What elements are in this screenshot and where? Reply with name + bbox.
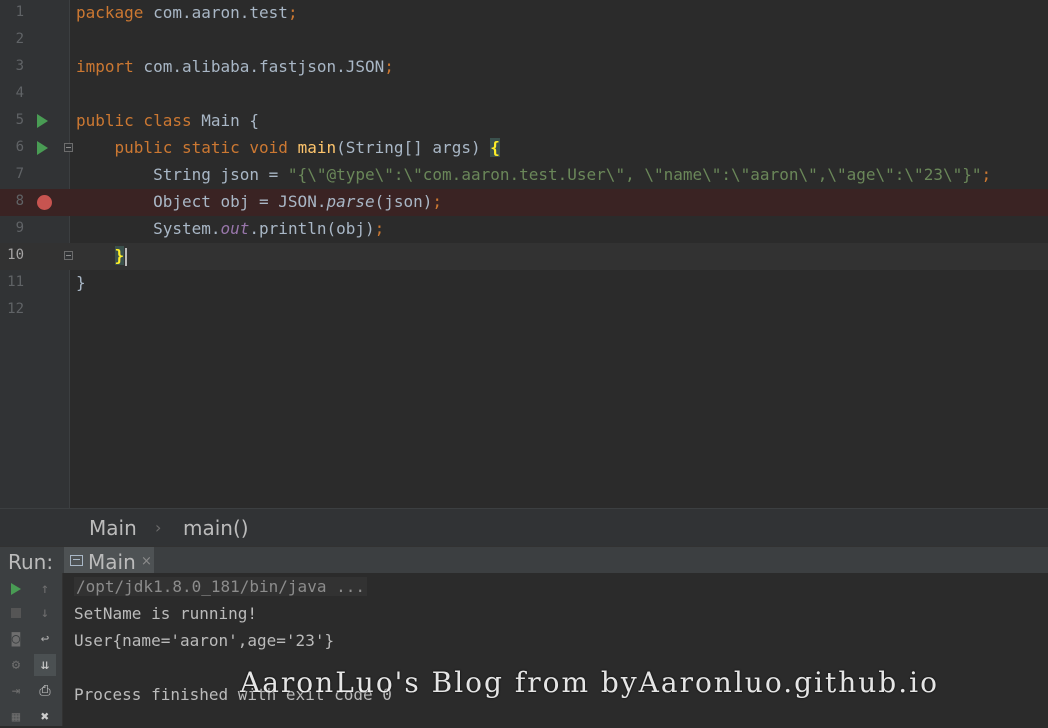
chevron-right-icon: ›: [155, 518, 162, 537]
code-text: public static void main(String[] args) {: [114, 138, 500, 157]
run-tab-main[interactable]: Main ×: [64, 547, 154, 574]
code-line[interactable]: 2: [0, 27, 1048, 54]
line-number: 10: [7, 247, 24, 263]
text-caret: [125, 247, 128, 266]
console-output-line: User{name='aaron',age='23'}: [74, 631, 335, 650]
code-text: package com.aaron.test;: [76, 3, 298, 22]
code-text: public class Main {: [76, 111, 260, 130]
console-output[interactable]: /opt/jdk1.8.0_181/bin/java ... SetName is…: [0, 573, 1048, 726]
line-number: 6: [15, 139, 24, 155]
code-line[interactable]: 12: [0, 297, 1048, 324]
line-number: 12: [7, 301, 24, 317]
fold-icon[interactable]: [64, 251, 73, 260]
dump-threads-icon[interactable]: ◙: [5, 628, 27, 650]
scroll-down-icon[interactable]: ↓: [34, 602, 56, 624]
line-number: 4: [15, 85, 24, 101]
layout-icon[interactable]: ▦: [5, 706, 27, 728]
run-tab-label: Main: [88, 550, 136, 574]
code-text: import com.alibaba.fastjson.JSON;: [76, 57, 394, 76]
console-command-line: /opt/jdk1.8.0_181/bin/java ...: [74, 577, 367, 596]
close-icon[interactable]: ×: [141, 554, 152, 569]
console-output-line: SetName is running!: [74, 604, 258, 623]
exit-icon[interactable]: ⇥: [5, 680, 27, 702]
line-number: 11: [7, 274, 24, 290]
code-line[interactable]: 10 }: [0, 243, 1048, 270]
code-text: Object obj = JSON.parse(json);: [76, 192, 443, 211]
code-line[interactable]: 9 System.out.println(obj);: [0, 216, 1048, 243]
run-panel-header: Run: Main ×: [0, 546, 1048, 574]
code-line[interactable]: 8 Object obj = JSON.parse(json);: [0, 189, 1048, 216]
stop-icon[interactable]: [5, 602, 27, 624]
code-line[interactable]: 7 String json = "{\"@type\":\"com.aaron.…: [0, 162, 1048, 189]
console-icon: [70, 555, 83, 566]
run-gutter-icon[interactable]: [37, 114, 48, 128]
breadcrumb: Main › main(): [0, 508, 1048, 547]
code-line[interactable]: 3 import com.alibaba.fastjson.JSON;: [0, 54, 1048, 81]
fold-icon[interactable]: [64, 143, 73, 152]
line-number: 7: [15, 166, 24, 182]
code-line[interactable]: 4: [0, 81, 1048, 108]
blog-watermark: AaronLuo's Blog from byAaronluo.github.i…: [240, 666, 939, 699]
scroll-to-end-icon[interactable]: ⇊: [34, 654, 56, 676]
breakpoint-icon[interactable]: [37, 195, 52, 210]
code-line[interactable]: 6 public static void main(String[] args)…: [0, 135, 1048, 162]
breadcrumb-method[interactable]: main(): [183, 516, 249, 540]
code-text: }: [76, 273, 86, 292]
run-toolbar: ↑ ↓ ◙ ↩ ⚙ ⇊ ⇥ ⎙ ▦ ✖: [0, 573, 63, 726]
code-editor[interactable]: 1 package com.aaron.test; 2 3 import com.ali…: [0, 0, 1048, 508]
code-text: System.out.println(obj);: [76, 219, 385, 238]
line-number: 2: [15, 31, 24, 47]
run-panel-label: Run:: [8, 550, 54, 574]
line-number: 1: [15, 4, 24, 20]
trash-icon[interactable]: ✖: [34, 706, 56, 728]
line-number: 3: [15, 58, 24, 74]
print-icon[interactable]: ⎙: [34, 680, 56, 702]
code-line[interactable]: 5 public class Main {: [0, 108, 1048, 135]
rerun-icon[interactable]: [5, 578, 27, 600]
settings-icon[interactable]: ⚙: [5, 654, 27, 676]
soft-wrap-icon[interactable]: ↩: [34, 628, 56, 650]
run-gutter-icon[interactable]: [37, 141, 48, 155]
code-text: }: [76, 246, 128, 266]
code-line[interactable]: 1 package com.aaron.test;: [0, 0, 1048, 27]
line-number: 8: [15, 193, 24, 209]
line-number: 5: [15, 112, 24, 128]
line-number: 9: [15, 220, 24, 236]
scroll-up-icon[interactable]: ↑: [34, 578, 56, 600]
code-text: String json = "{\"@type\":\"com.aaron.te…: [76, 165, 992, 184]
code-line[interactable]: 11}: [0, 270, 1048, 297]
breadcrumb-class[interactable]: Main: [89, 516, 137, 540]
